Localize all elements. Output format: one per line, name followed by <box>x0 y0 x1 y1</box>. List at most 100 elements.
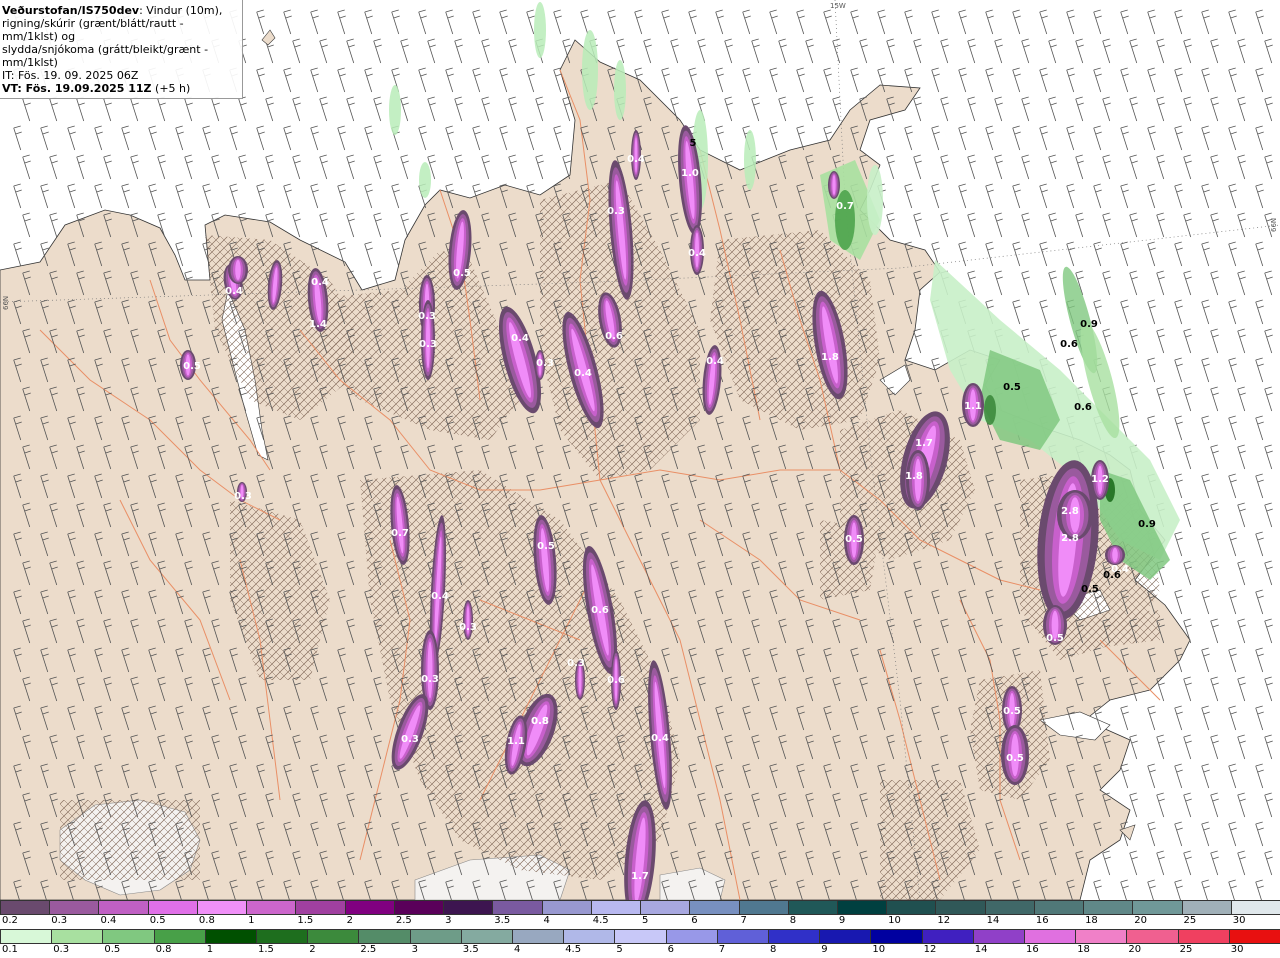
legend-label: 2.5 <box>395 915 412 926</box>
legend-swatch <box>935 901 985 914</box>
legend-swatch <box>590 901 641 914</box>
legend-label: 12 <box>923 944 937 955</box>
legend-swatch <box>204 930 257 943</box>
sleet-value-label: 1.4 <box>309 319 327 330</box>
info-desc-1: : Vindur (10m), <box>139 4 223 17</box>
legend-label: 20 <box>1128 944 1142 955</box>
legend-swatch <box>0 930 52 943</box>
legend-label: 7 <box>740 915 747 926</box>
legend-label: 10 <box>888 915 901 926</box>
sleet-value-label: 2.8 <box>1061 506 1079 517</box>
sleet-value-label: 0.4 <box>574 368 592 379</box>
legend-label: 10 <box>872 944 886 955</box>
legend-swatch <box>51 930 103 943</box>
sleet-value-label: 1.0 <box>681 168 699 179</box>
sleet-value-label: 0.5 <box>845 534 863 545</box>
legend-swatch <box>1230 901 1280 914</box>
legend-swatch <box>492 901 542 914</box>
sleet-value-label: 1.7 <box>915 438 933 449</box>
legend-label: 0.2 <box>2 915 18 926</box>
legend-label: 1 <box>206 944 214 955</box>
legend-swatch <box>768 930 820 943</box>
sleet-value-label: 0.6 <box>607 675 625 686</box>
legend-swatch <box>1083 901 1133 914</box>
legend-label: 0.8 <box>198 915 215 926</box>
info-line-1: Veðurstofan/IS750dev: Vindur (10m), <box>2 4 240 17</box>
legend-label: 2.5 <box>360 944 377 955</box>
legend-swatch <box>409 930 461 943</box>
legend-label: 4 <box>543 915 550 926</box>
legend-swatch <box>886 901 936 914</box>
legend-swatch <box>393 901 444 914</box>
sleet-value-label: 0.3 <box>607 206 625 217</box>
legend-label: 16 <box>1035 915 1049 926</box>
sleet-value-label: 0.3 <box>421 674 439 685</box>
legend-swatch <box>563 930 615 943</box>
sleet-value-label: 0.3 <box>401 734 419 745</box>
legend-swatch <box>196 901 247 914</box>
sleet-value-label: 0.4 <box>311 277 329 288</box>
sleet-value-label: 0.3 <box>567 658 585 669</box>
legend-label: 30 <box>1232 915 1246 926</box>
legend-label: 14 <box>974 944 988 955</box>
sleet-value-label: 0.3 <box>234 491 252 502</box>
sleet-value-label: 0.3 <box>536 358 554 369</box>
legend-rain-labels: 0.1 0.3 0.5 0.8 1 1.5 2 2.5 3 3.5 4 4.5 5 6 7 8 9 10 12 14 1… <box>0 944 1280 957</box>
legend-swatch <box>921 930 973 943</box>
legend-label: 6 <box>691 915 698 926</box>
sleet-value-label: 0.8 <box>531 716 549 727</box>
rain-value-label: 0.9 <box>1138 519 1156 530</box>
sleet-value-label: 2.8 <box>1061 533 1079 544</box>
legend-swatch <box>819 930 871 943</box>
legend-label: 3.5 <box>494 915 511 926</box>
sleet-value-label: 0.5 <box>1003 706 1021 717</box>
rain-value-label: 0.5 <box>1003 382 1021 393</box>
legend-label: 0.1 <box>2 944 18 955</box>
valid-time-line: VT: Fös. 19.09.2025 11Z (+5 h) <box>2 82 240 95</box>
legend-label: 1 <box>248 915 255 926</box>
legend-swatch <box>972 930 1025 943</box>
legend-label: 5 <box>616 944 623 955</box>
legend-label: 25 <box>1183 915 1197 926</box>
legend-swatch <box>295 901 345 914</box>
init-time: IT: Fös. 19. 09. 2025 06Z <box>2 69 139 82</box>
legend-label: 2 <box>309 944 316 955</box>
legend-swatch <box>443 901 493 914</box>
legend-swatch <box>49 901 99 914</box>
legend-swatch <box>1181 901 1231 914</box>
sleet-value-label: 0.4 <box>651 733 669 744</box>
legend-swatch <box>147 901 197 914</box>
sleet-cell <box>427 641 433 699</box>
sleet-value-label: 0.4 <box>225 286 243 297</box>
weather-map[interactable]: 0.4 1.4 0.4 0.8 0.5 0.3 0.3 0.4 0.3 0.6 0.7 0.5 0.4 0… <box>0 0 1280 900</box>
legend-swatch <box>984 901 1034 914</box>
legend-swatch <box>102 930 154 943</box>
valid-time: VT: Fös. 19.09.2025 11Z <box>2 82 152 95</box>
sleet-value-label: 0.4 <box>511 333 529 344</box>
info-desc-2: rigning/skúrir (grænt/blátt/rautt - mm/1… <box>2 17 184 43</box>
legend-rain-swatches <box>0 929 1280 944</box>
legend-swatch <box>358 930 410 943</box>
grid-label-right: 66N <box>1270 218 1278 232</box>
lead-time: (+5 h) <box>151 82 191 95</box>
legend-snow: 0.2 0.3 0.4 0.5 0.8 1 1.5 2 2.5 3 3.5 4 4.5 5 6 7 8 9 10 12… <box>0 900 1280 929</box>
sleet-value-label: 0.5 <box>1006 753 1024 764</box>
legend-swatch <box>716 930 769 943</box>
legend-swatch <box>1075 930 1127 943</box>
legend-label: 8 <box>770 944 777 955</box>
legend-swatch <box>870 930 922 943</box>
sleet-value-label: 0.7 <box>836 201 854 212</box>
sleet-value-label: 1.1 <box>507 736 525 747</box>
legend-swatch <box>1132 901 1182 914</box>
legend-label: 1.5 <box>258 944 274 955</box>
sleet-cell <box>578 665 582 695</box>
rain-value-label: 5 <box>690 138 697 149</box>
legend-label: 0.5 <box>149 915 166 926</box>
legend-label: 0.5 <box>104 944 121 955</box>
legend-swatch <box>512 930 564 943</box>
grid-label-top: 15W <box>830 2 846 10</box>
legend-label: 4.5 <box>592 915 609 926</box>
legend-swatch <box>1033 901 1084 914</box>
sleet-value-label: 1.8 <box>821 352 839 363</box>
sleet-value-label: 1.1 <box>964 401 982 412</box>
